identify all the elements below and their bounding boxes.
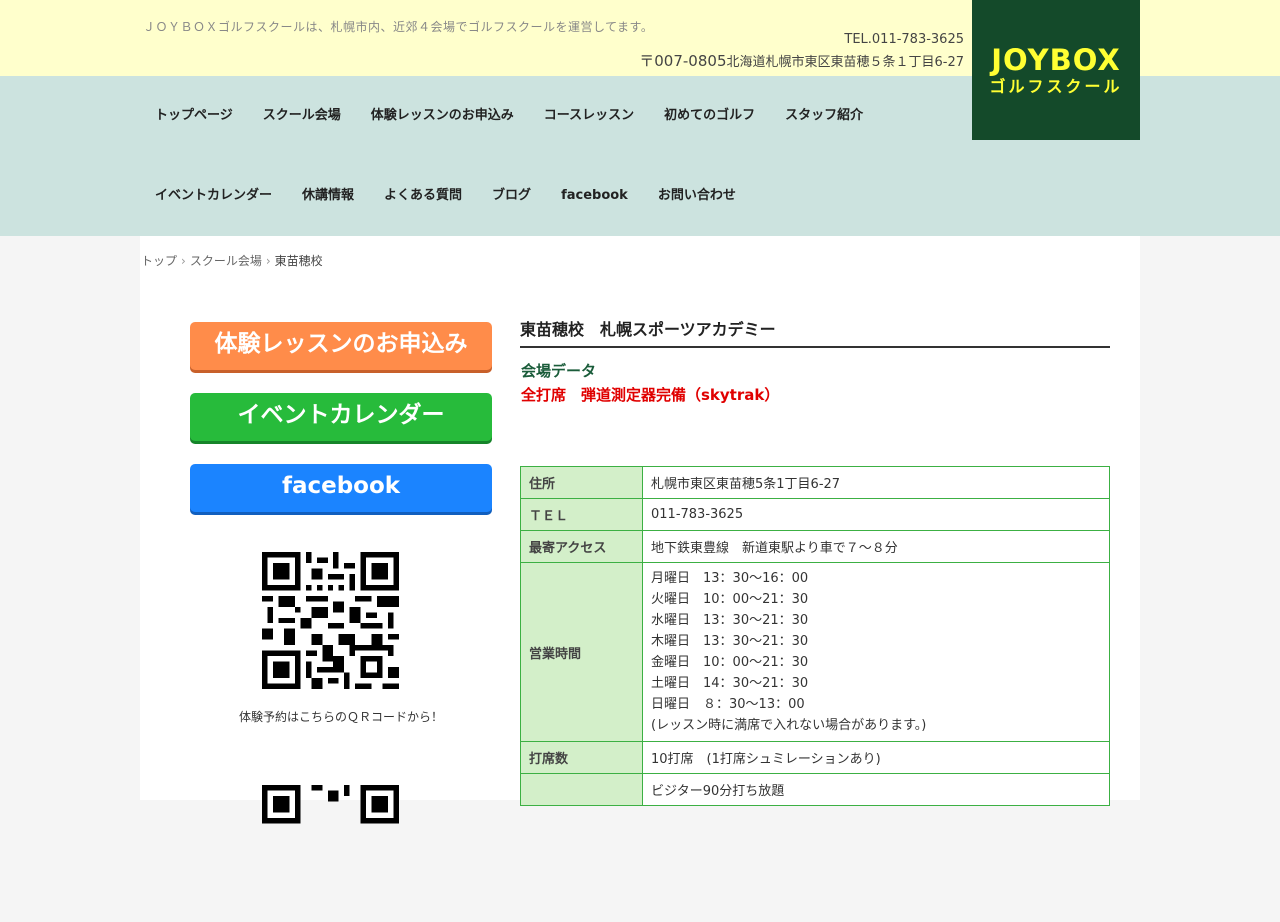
nav-item-facebook[interactable]: facebook — [546, 156, 643, 236]
nav-item-top-page[interactable]: トップページ — [140, 76, 248, 156]
hours-label: 営業時間 — [520, 562, 643, 742]
header-address-text: 北海道札幌市東区東苗穂５条１丁目6-27 — [726, 55, 964, 70]
facebook-button[interactable]: facebook — [190, 464, 492, 512]
table-row: 営業時間 月曜日 13：30～16：00 火曜日 10：00～21：30 水曜日… — [520, 562, 1110, 742]
address-value: 札幌市東区東苗穂5条1丁目6-27 — [642, 466, 1110, 499]
logo-title: JOYBOX — [991, 43, 1121, 77]
nav-item-faq[interactable]: よくある質問 — [369, 156, 477, 236]
header-address: 〒007-0805北海道札幌市東区東苗穂５条１丁目6-27 — [639, 50, 964, 71]
nav-item-school-venues[interactable]: スクール会場 — [248, 76, 356, 156]
hours-wednesday: 水曜日 13：30～21：30 — [651, 613, 809, 628]
hours-saturday: 土曜日 14：30～21：30 — [651, 676, 809, 691]
nav-item-event-calendar[interactable]: イベントカレンダー — [140, 156, 287, 236]
event-calendar-button[interactable]: イベントカレンダー — [190, 393, 492, 441]
hours-thursday: 木曜日 13：30～21：30 — [651, 634, 809, 649]
table-row: ＴＥＬ 011-783-3625 — [520, 498, 1110, 531]
qr-code-2 — [262, 785, 399, 824]
booths-label: 打席数 — [520, 741, 643, 774]
hours-tuesday: 火曜日 10：00～21：30 — [651, 592, 809, 607]
tel-label: ＴＥＬ — [520, 498, 643, 531]
breadcrumb: トップ › スクール会場 › 東苗穂校 — [141, 252, 323, 269]
fee-value: ビジター90分打ち放題 — [642, 773, 1110, 806]
site-tagline: ＪＯＹＢＯＸゴルフスクールは、札幌市内、近郊４会場でゴルフスクールを運営してます… — [143, 20, 654, 34]
table-row: ビジター90分打ち放題 — [520, 773, 1110, 806]
nav-item-trial-lesson[interactable]: 体験レッスンのお申込み — [356, 76, 529, 156]
breadcrumb-separator: › — [181, 254, 186, 268]
breadcrumb-current: 東苗穂校 — [274, 254, 323, 268]
logo-subtitle: ゴルフスクール — [989, 77, 1123, 96]
venue-title: 東苗穂校 札幌スポーツアカデミー — [520, 316, 1110, 348]
header-tel: TEL.011-783-3625 — [844, 32, 964, 47]
access-label: 最寄アクセス — [520, 530, 643, 563]
venue-info-table: 住所 札幌市東区東苗穂5条1丁目6-27 ＴＥＬ 011-783-3625 最寄… — [520, 466, 1110, 806]
venue-data-heading: 会場データ — [521, 362, 597, 380]
nav-item-contact[interactable]: お問い合わせ — [643, 156, 751, 236]
table-row: 最寄アクセス 地下鉄東豊線 新道東駅より車で７～８分 — [520, 530, 1110, 563]
tel-value: 011-783-3625 — [642, 498, 1110, 531]
nav-item-blog[interactable]: ブログ — [477, 156, 546, 236]
trial-lesson-button[interactable]: 体験レッスンのお申込み — [190, 322, 492, 370]
main-nav-row-1: トップページ スクール会場 体験レッスンのお申込み コースレッスン 初めてのゴル… — [140, 76, 878, 156]
hours-sunday: 日曜日 ８：30～13：00 — [651, 697, 805, 712]
booths-value: 10打席 (1打席シュミレーションあり) — [642, 741, 1110, 774]
breadcrumb-school-venues[interactable]: スクール会場 — [190, 254, 262, 268]
nav-item-first-golf[interactable]: 初めてのゴルフ — [649, 76, 770, 156]
qr-code — [262, 552, 399, 689]
hours-friday: 金曜日 10：00～21：30 — [651, 655, 809, 670]
breadcrumb-separator: › — [265, 254, 271, 268]
nav-item-staff[interactable]: スタッフ紹介 — [770, 76, 878, 156]
table-row: 打席数 10打席 (1打席シュミレーションあり) — [520, 741, 1110, 774]
nav-item-closure-info[interactable]: 休講情報 — [287, 156, 369, 236]
access-value: 地下鉄東豊線 新道東駅より車で７～８分 — [642, 530, 1110, 563]
hours-note: (レッスン時に満席で入れない場合があります。) — [651, 718, 927, 733]
main-nav-row-2: イベントカレンダー 休講情報 よくある質問 ブログ facebook お問い合わ… — [140, 156, 751, 236]
table-row: 住所 札幌市東区東苗穂5条1丁目6-27 — [520, 466, 1110, 499]
address-label: 住所 — [520, 466, 643, 499]
hours-monday: 月曜日 13：30～16：00 — [651, 571, 809, 586]
header-zip: 〒007-0805 — [639, 52, 727, 70]
qr-caption: 体験予約はこちらのＱＲコードから！ — [238, 710, 443, 724]
venue-data-note: 全打席 弾道測定器完備（skytrak） — [521, 386, 780, 404]
fee-label — [520, 773, 643, 806]
breadcrumb-top[interactable]: トップ — [141, 254, 177, 268]
site-logo[interactable]: JOYBOX ゴルフスクール — [972, 0, 1140, 140]
hours-value: 月曜日 13：30～16：00 火曜日 10：00～21：30 水曜日 13：3… — [642, 562, 1110, 742]
nav-item-course-lesson[interactable]: コースレッスン — [529, 76, 649, 156]
